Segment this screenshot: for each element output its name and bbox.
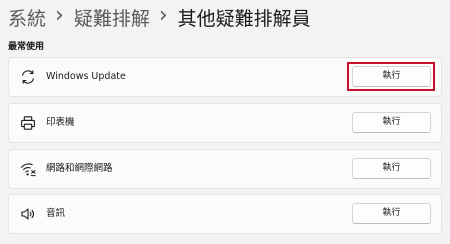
troubleshooter-label: 網路和網際網路 (46, 163, 113, 174)
refresh-icon (20, 69, 36, 85)
troubleshooter-card-printer: 印表機 執行 (8, 103, 442, 143)
printer-icon (20, 115, 36, 131)
troubleshooter-label: 印表機 (46, 117, 75, 128)
troubleshooter-label: 音訊 (46, 208, 66, 219)
breadcrumb-separator: › (55, 3, 64, 28)
run-network-button[interactable]: 執行 (352, 158, 431, 179)
page-title: 其他疑難排解員 (177, 7, 311, 30)
speaker-icon (20, 206, 36, 222)
breadcrumb-item-troubleshoot[interactable]: 疑難排解 (74, 4, 150, 31)
breadcrumb-separator: › (158, 3, 168, 28)
run-printer-button[interactable]: 執行 (352, 112, 431, 133)
troubleshooter-card-network: 網路和網際網路 執行 (8, 149, 442, 189)
troubleshooter-card-windows-update: Windows Update 執行 (8, 57, 442, 97)
troubleshooter-card-audio: 音訊 執行 (8, 194, 442, 234)
section-title-most-used: 最常使用 (8, 42, 45, 52)
breadcrumb: 系統 › 疑難排解 › 其他疑難排解員 (8, 2, 311, 32)
run-audio-button[interactable]: 執行 (352, 203, 431, 224)
breadcrumb-item-system[interactable]: 系統 (8, 4, 46, 31)
troubleshooter-label: Windows Update (46, 71, 126, 82)
run-windows-update-button[interactable]: 執行 (352, 66, 431, 87)
wifi-icon (20, 161, 36, 177)
